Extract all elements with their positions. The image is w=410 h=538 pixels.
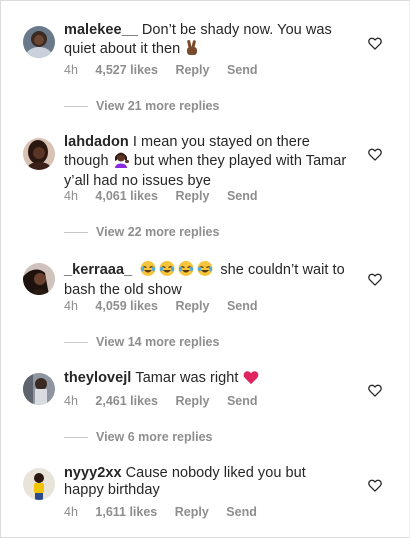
heart-outline-icon[interactable] — [368, 479, 382, 492]
comment-text: lahdadon I mean you stayed on there thoug… — [64, 134, 348, 190]
comment-body: Tamar was right — [135, 370, 239, 386]
likes-count[interactable]: 4,061 likes — [95, 189, 158, 203]
reply-button[interactable]: Reply — [175, 63, 209, 77]
comment-time: 4h — [64, 189, 78, 203]
comment-text: theylovejl Tamar was right — [64, 370, 348, 390]
send-button[interactable]: Send — [227, 189, 258, 203]
woman-tipping-hand-emoji — [113, 151, 130, 173]
avatar[interactable] — [23, 138, 55, 170]
view-replies-label: View 21 more replies — [96, 99, 220, 113]
avatar[interactable] — [23, 373, 55, 405]
comment-time: 4h — [64, 63, 78, 77]
avatar[interactable] — [23, 468, 55, 500]
comment-text: nyyy2xx Cause nobody liked you but happy … — [64, 465, 348, 499]
send-button[interactable]: Send — [227, 63, 258, 77]
view-replies-link[interactable]: View 22 more replies — [64, 225, 219, 239]
view-replies-label: View 22 more replies — [96, 225, 220, 239]
comment-text: _kerraaa_ she couldn’t wait to bash the … — [64, 260, 348, 299]
view-replies-link[interactable]: View 21 more replies — [64, 99, 219, 113]
comment-username[interactable]: lahdadon — [64, 134, 129, 150]
comment-username[interactable]: _kerraaa_ — [64, 262, 132, 278]
likes-count[interactable]: 4,527 likes — [95, 63, 158, 77]
victory-hand-emoji — [184, 39, 200, 61]
heart-outline-icon[interactable] — [368, 384, 382, 397]
likes-count[interactable]: 2,461 likes — [95, 394, 158, 408]
comment-meta: 4h 4,527 likes Reply Send — [64, 63, 272, 77]
comment-meta: 4h 4,061 likes Reply Send — [64, 189, 272, 203]
view-replies-link[interactable]: View 6 more replies — [64, 430, 213, 444]
comment-username[interactable]: malekee__ — [64, 22, 138, 38]
heart-outline-icon[interactable] — [368, 273, 382, 286]
comment-meta: 4h 2,461 likes Reply Send — [64, 394, 272, 408]
reply-button[interactable]: Reply — [175, 394, 209, 408]
divider-line — [64, 106, 88, 108]
view-replies-label: View 6 more replies — [96, 430, 213, 444]
comment-time: 4h — [64, 299, 78, 313]
avatar[interactable] — [23, 26, 55, 58]
crying-laughing-emoji — [140, 260, 216, 282]
comment-username[interactable]: nyyy2xx — [64, 465, 122, 481]
reply-button[interactable]: Reply — [175, 189, 209, 203]
divider-line — [64, 437, 88, 439]
reply-button[interactable]: Reply — [175, 505, 209, 519]
send-button[interactable]: Send — [227, 394, 258, 408]
view-replies-link[interactable]: View 14 more replies — [64, 335, 219, 349]
likes-count[interactable]: 4,059 likes — [95, 299, 158, 313]
send-button[interactable]: Send — [226, 505, 257, 519]
send-button[interactable]: Send — [227, 299, 258, 313]
likes-count[interactable]: 1,611 likes — [95, 505, 157, 519]
comment-meta: 4h 4,059 likes Reply Send — [64, 299, 272, 313]
comment-meta: 4h 1,611 likes Reply Send — [64, 505, 271, 519]
comment-time: 4h — [64, 505, 78, 519]
heart-outline-icon[interactable] — [368, 148, 382, 161]
comment-username[interactable]: theylovejl — [64, 370, 131, 386]
avatar[interactable] — [23, 263, 55, 295]
comment-text: malekee__ Don’t be shady now. You was qui… — [64, 22, 348, 61]
view-replies-label: View 14 more replies — [96, 335, 220, 349]
comment-time: 4h — [64, 394, 78, 408]
divider-line — [64, 342, 88, 344]
heart-outline-icon[interactable] — [368, 37, 382, 50]
divider-line — [64, 232, 88, 234]
reply-button[interactable]: Reply — [175, 299, 209, 313]
red-heart-emoji — [243, 370, 259, 390]
